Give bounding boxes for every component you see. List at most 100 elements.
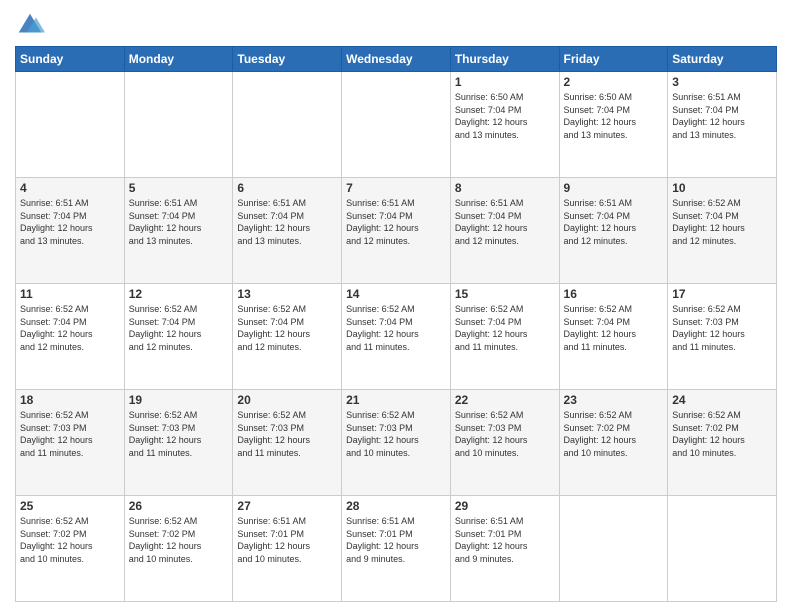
day-number: 6 — [237, 181, 337, 195]
day-number: 2 — [564, 75, 664, 89]
day-info: Sunrise: 6:52 AM Sunset: 7:04 PM Dayligh… — [564, 303, 664, 353]
day-number: 21 — [346, 393, 446, 407]
day-info: Sunrise: 6:52 AM Sunset: 7:04 PM Dayligh… — [20, 303, 120, 353]
weekday-header-thursday: Thursday — [450, 47, 559, 72]
calendar-cell: 19 Sunrise: 6:52 AM Sunset: 7:03 PM Dayli… — [124, 390, 233, 496]
calendar-cell — [342, 72, 451, 178]
calendar-cell: 20 Sunrise: 6:52 AM Sunset: 7:03 PM Dayli… — [233, 390, 342, 496]
calendar-cell: 23 Sunrise: 6:52 AM Sunset: 7:02 PM Dayli… — [559, 390, 668, 496]
day-info: Sunrise: 6:51 AM Sunset: 7:04 PM Dayligh… — [346, 197, 446, 247]
calendar-cell: 7 Sunrise: 6:51 AM Sunset: 7:04 PM Daylig… — [342, 178, 451, 284]
calendar-cell: 9 Sunrise: 6:51 AM Sunset: 7:04 PM Daylig… — [559, 178, 668, 284]
calendar-cell: 13Sunrise: 6:52 AM Sunset: 7:04 PM Dayli… — [233, 284, 342, 390]
calendar-cell — [559, 496, 668, 602]
calendar-cell: 10 Sunrise: 6:52 AM Sunset: 7:04 PM Dayli… — [668, 178, 777, 284]
calendar-cell — [124, 72, 233, 178]
day-info: Sunrise: 6:50 AM Sunset: 7:04 PM Dayligh… — [455, 91, 555, 141]
day-info: Sunrise: 6:52 AM Sunset: 7:04 PM Dayligh… — [129, 303, 229, 353]
day-number: 23 — [564, 393, 664, 407]
weekday-header-tuesday: Tuesday — [233, 47, 342, 72]
day-info: Sunrise: 6:52 AM Sunset: 7:02 PM Dayligh… — [20, 515, 120, 565]
day-number: 9 — [564, 181, 664, 195]
day-number: 14 — [346, 287, 446, 301]
day-number: 5 — [129, 181, 229, 195]
logo — [15, 10, 47, 40]
weekday-header-sunday: Sunday — [16, 47, 125, 72]
calendar-page: SundayMondayTuesdayWednesdayThursdayFrid… — [0, 0, 792, 612]
day-info: Sunrise: 6:52 AM Sunset: 7:02 PM Dayligh… — [564, 409, 664, 459]
day-number: 4 — [20, 181, 120, 195]
day-info: Sunrise: 6:51 AM Sunset: 7:04 PM Dayligh… — [672, 91, 772, 141]
week-row-0: 1 Sunrise: 6:50 AM Sunset: 7:04 PM Daylig… — [16, 72, 777, 178]
day-info: Sunrise: 6:51 AM Sunset: 7:04 PM Dayligh… — [564, 197, 664, 247]
day-number: 3 — [672, 75, 772, 89]
day-number: 24 — [672, 393, 772, 407]
calendar-cell: 6 Sunrise: 6:51 AM Sunset: 7:04 PM Daylig… — [233, 178, 342, 284]
calendar-cell: 17Sunrise: 6:52 AM Sunset: 7:03 PM Dayli… — [668, 284, 777, 390]
day-number: 19 — [129, 393, 229, 407]
day-number: 26 — [129, 499, 229, 513]
day-info: Sunrise: 6:52 AM Sunset: 7:02 PM Dayligh… — [129, 515, 229, 565]
calendar-cell — [233, 72, 342, 178]
day-info: Sunrise: 6:52 AM Sunset: 7:02 PM Dayligh… — [672, 409, 772, 459]
day-info: Sunrise: 6:51 AM Sunset: 7:04 PM Dayligh… — [129, 197, 229, 247]
day-info: Sunrise: 6:52 AM Sunset: 7:04 PM Dayligh… — [455, 303, 555, 353]
weekday-header-monday: Monday — [124, 47, 233, 72]
day-info: Sunrise: 6:51 AM Sunset: 7:04 PM Dayligh… — [237, 197, 337, 247]
calendar-cell: 12Sunrise: 6:52 AM Sunset: 7:04 PM Dayli… — [124, 284, 233, 390]
day-number: 11 — [20, 287, 120, 301]
day-number: 15 — [455, 287, 555, 301]
day-number: 28 — [346, 499, 446, 513]
day-number: 10 — [672, 181, 772, 195]
day-info: Sunrise: 6:52 AM Sunset: 7:03 PM Dayligh… — [20, 409, 120, 459]
calendar-cell: 25 Sunrise: 6:52 AM Sunset: 7:02 PM Dayli… — [16, 496, 125, 602]
calendar-cell: 28Sunrise: 6:51 AM Sunset: 7:01 PM Dayli… — [342, 496, 451, 602]
calendar-cell: 21 Sunrise: 6:52 AM Sunset: 7:03 PM Dayli… — [342, 390, 451, 496]
day-info: Sunrise: 6:52 AM Sunset: 7:03 PM Dayligh… — [455, 409, 555, 459]
calendar-cell: 22Sunrise: 6:52 AM Sunset: 7:03 PM Dayli… — [450, 390, 559, 496]
day-info: Sunrise: 6:52 AM Sunset: 7:04 PM Dayligh… — [672, 197, 772, 247]
day-info: Sunrise: 6:51 AM Sunset: 7:04 PM Dayligh… — [455, 197, 555, 247]
calendar-cell: 24 Sunrise: 6:52 AM Sunset: 7:02 PM Dayli… — [668, 390, 777, 496]
day-number: 7 — [346, 181, 446, 195]
day-number: 18 — [20, 393, 120, 407]
calendar-cell: 15 Sunrise: 6:52 AM Sunset: 7:04 PM Dayli… — [450, 284, 559, 390]
weekday-header-saturday: Saturday — [668, 47, 777, 72]
week-row-3: 18 Sunrise: 6:52 AM Sunset: 7:03 PM Dayli… — [16, 390, 777, 496]
day-number: 20 — [237, 393, 337, 407]
day-number: 1 — [455, 75, 555, 89]
calendar-cell: 26 Sunrise: 6:52 AM Sunset: 7:02 PM Dayli… — [124, 496, 233, 602]
week-row-2: 11 Sunrise: 6:52 AM Sunset: 7:04 PM Dayli… — [16, 284, 777, 390]
calendar-cell: 27 Sunrise: 6:51 AM Sunset: 7:01 PM Dayli… — [233, 496, 342, 602]
day-info: Sunrise: 6:51 AM Sunset: 7:01 PM Dayligh… — [455, 515, 555, 565]
day-info: Sunrise: 6:51 AM Sunset: 7:01 PM Dayligh… — [237, 515, 337, 565]
calendar-cell: 16Sunrise: 6:52 AM Sunset: 7:04 PM Dayli… — [559, 284, 668, 390]
day-number: 27 — [237, 499, 337, 513]
calendar-cell: 8 Sunrise: 6:51 AM Sunset: 7:04 PM Daylig… — [450, 178, 559, 284]
day-number: 8 — [455, 181, 555, 195]
calendar-cell: 1 Sunrise: 6:50 AM Sunset: 7:04 PM Daylig… — [450, 72, 559, 178]
day-info: Sunrise: 6:52 AM Sunset: 7:03 PM Dayligh… — [237, 409, 337, 459]
day-info: Sunrise: 6:51 AM Sunset: 7:04 PM Dayligh… — [20, 197, 120, 247]
day-info: Sunrise: 6:52 AM Sunset: 7:03 PM Dayligh… — [672, 303, 772, 353]
calendar-table: SundayMondayTuesdayWednesdayThursdayFrid… — [15, 46, 777, 602]
day-info: Sunrise: 6:52 AM Sunset: 7:04 PM Dayligh… — [237, 303, 337, 353]
week-row-1: 4 Sunrise: 6:51 AM Sunset: 7:04 PM Daylig… — [16, 178, 777, 284]
logo-icon — [15, 10, 45, 40]
weekday-header-wednesday: Wednesday — [342, 47, 451, 72]
calendar-cell — [16, 72, 125, 178]
calendar-cell — [668, 496, 777, 602]
weekday-header-friday: Friday — [559, 47, 668, 72]
day-info: Sunrise: 6:52 AM Sunset: 7:04 PM Dayligh… — [346, 303, 446, 353]
calendar-cell: 2 Sunrise: 6:50 AM Sunset: 7:04 PM Daylig… — [559, 72, 668, 178]
calendar-cell: 14 Sunrise: 6:52 AM Sunset: 7:04 PM Dayli… — [342, 284, 451, 390]
day-number: 25 — [20, 499, 120, 513]
week-row-4: 25 Sunrise: 6:52 AM Sunset: 7:02 PM Dayli… — [16, 496, 777, 602]
day-info: Sunrise: 6:50 AM Sunset: 7:04 PM Dayligh… — [564, 91, 664, 141]
calendar-cell: 18 Sunrise: 6:52 AM Sunset: 7:03 PM Dayli… — [16, 390, 125, 496]
calendar-cell: 29Sunrise: 6:51 AM Sunset: 7:01 PM Dayli… — [450, 496, 559, 602]
day-info: Sunrise: 6:52 AM Sunset: 7:03 PM Dayligh… — [346, 409, 446, 459]
calendar-cell: 3 Sunrise: 6:51 AM Sunset: 7:04 PM Daylig… — [668, 72, 777, 178]
day-info: Sunrise: 6:52 AM Sunset: 7:03 PM Dayligh… — [129, 409, 229, 459]
calendar-cell: 4 Sunrise: 6:51 AM Sunset: 7:04 PM Daylig… — [16, 178, 125, 284]
